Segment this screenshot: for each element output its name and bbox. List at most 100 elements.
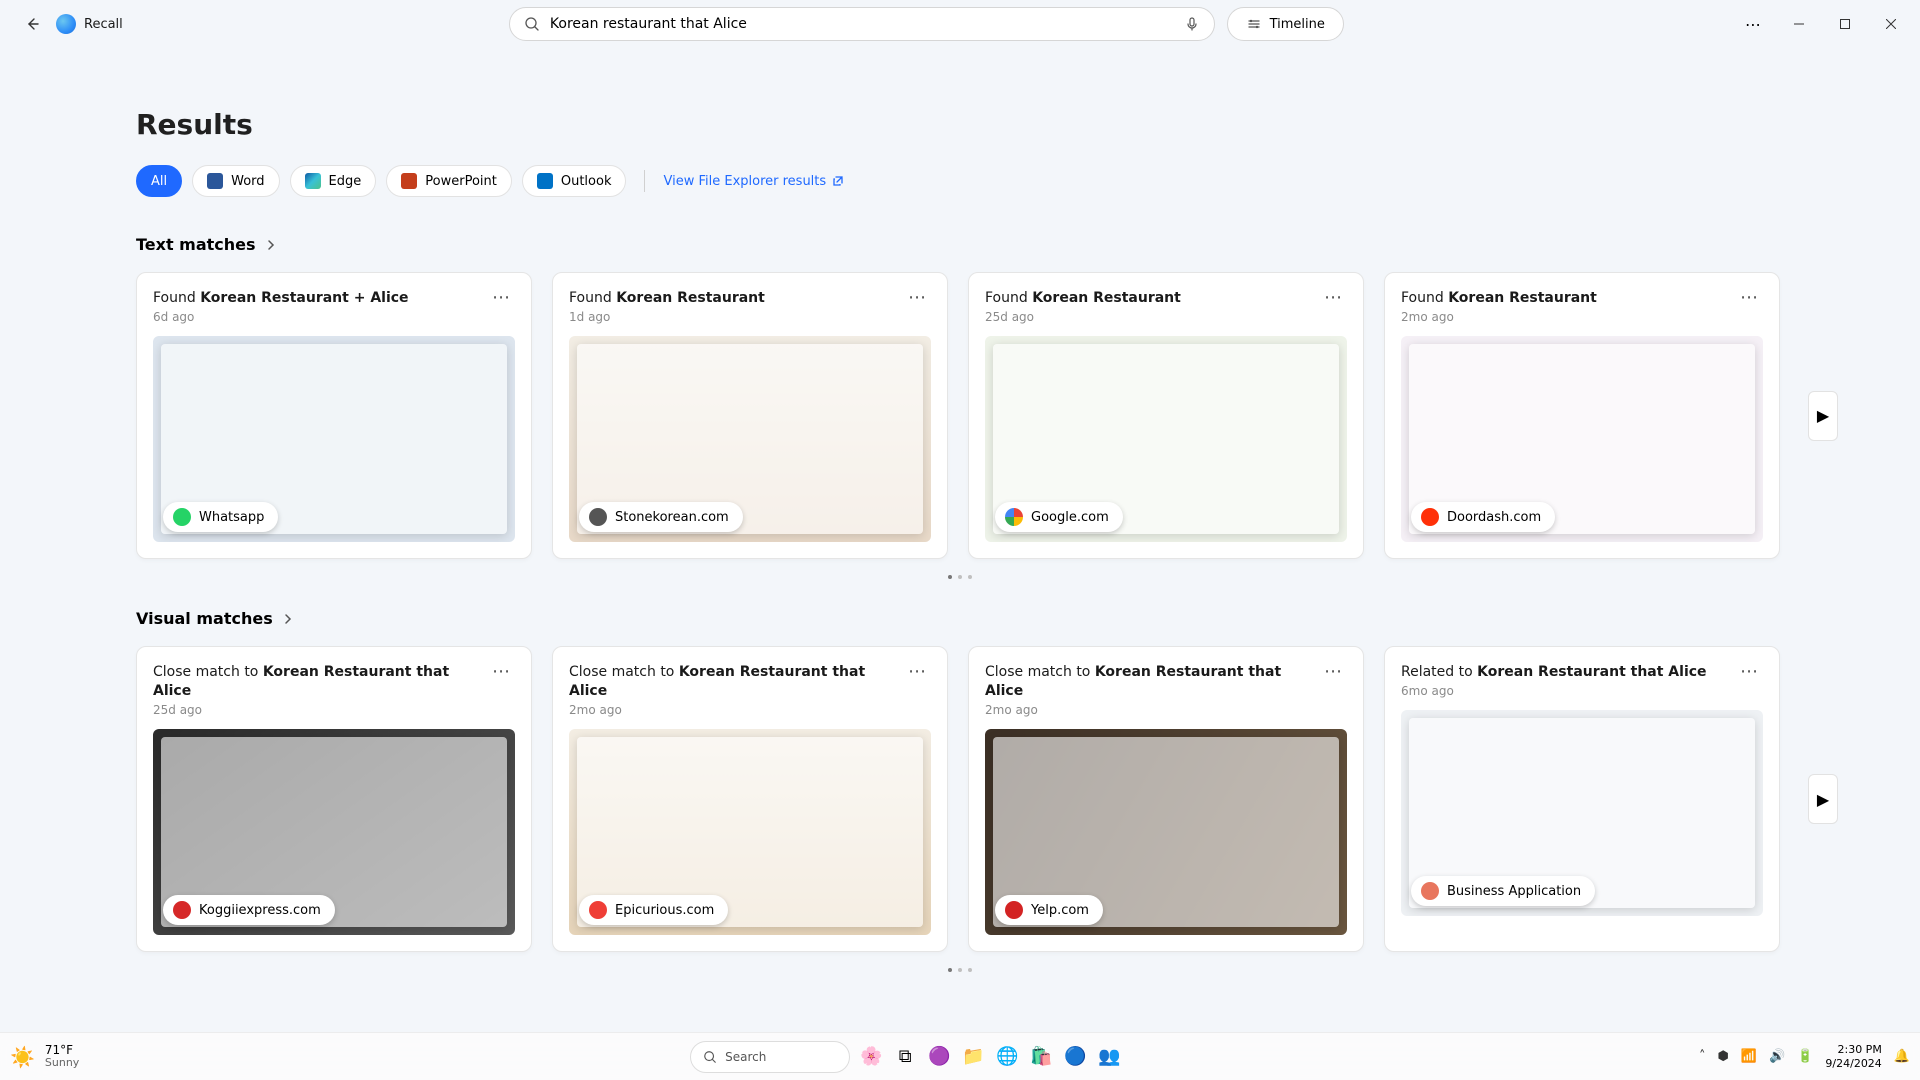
search-icon — [703, 1050, 717, 1064]
source-pill: Stonekorean.com — [579, 502, 743, 532]
result-card[interactable]: Close match to Korean Restaurant that Al… — [968, 646, 1364, 952]
section-header-text-matches[interactable]: Text matches — [136, 235, 1784, 254]
tray-wifi-icon[interactable]: 📶 — [1741, 1049, 1757, 1064]
source-pill: Yelp.com — [995, 895, 1103, 925]
source-icon — [173, 901, 191, 919]
external-link-icon — [832, 175, 844, 187]
start-button[interactable] — [656, 1044, 682, 1070]
titlebar-right: ⋯ — [1730, 8, 1914, 40]
word-icon — [207, 173, 223, 189]
source-pill: Doordash.com — [1411, 502, 1555, 532]
titlebar-left: Recall — [6, 8, 123, 40]
card-title: Close match to Korean Restaurant that Al… — [569, 664, 865, 699]
result-card[interactable]: Found Korean Restaurant 2mo ago ⋯ Doorda… — [1384, 272, 1780, 559]
filter-chip-powerpoint[interactable]: PowerPoint — [386, 165, 512, 197]
card-age: 2mo ago — [985, 703, 1320, 717]
taskbar-app-1[interactable]: 🌸 — [858, 1044, 884, 1070]
section-header-visual-matches[interactable]: Visual matches — [136, 609, 1784, 628]
card-age: 2mo ago — [569, 703, 904, 717]
source-label: Business Application — [1447, 884, 1581, 899]
taskbar-clock[interactable]: 2:30 PM 9/24/2024 — [1825, 1043, 1881, 1069]
card-more-button[interactable]: ⋯ — [904, 287, 931, 308]
file-explorer-link[interactable]: View File Explorer results — [663, 174, 844, 189]
source-label: Yelp.com — [1031, 903, 1089, 918]
filter-chip-edge[interactable]: Edge — [290, 165, 377, 197]
taskbar: ☀️ 71°F Sunny Search 🌸 ⧉ 🟣 📁 🌐 🛍️ 🔵 👥 ˄ … — [0, 1032, 1920, 1080]
back-button[interactable] — [16, 8, 48, 40]
result-card[interactable]: Found Korean Restaurant 25d ago ⋯ Google… — [968, 272, 1364, 559]
card-age: 6d ago — [153, 310, 409, 324]
tray-volume-icon[interactable]: 🔊 — [1769, 1049, 1785, 1064]
result-card[interactable]: Close match to Korean Restaurant that Al… — [136, 646, 532, 952]
filter-chip-outlook[interactable]: Outlook — [522, 165, 627, 197]
search-box[interactable] — [509, 7, 1215, 41]
microphone-icon[interactable] — [1184, 16, 1200, 32]
app-menu-button[interactable]: ⋯ — [1730, 8, 1776, 40]
card-more-button[interactable]: ⋯ — [1320, 661, 1347, 682]
result-card[interactable]: Close match to Korean Restaurant that Al… — [552, 646, 948, 952]
visual-matches-row: Close match to Korean Restaurant that Al… — [136, 646, 1784, 952]
edge-icon — [305, 173, 321, 189]
source-label: Epicurious.com — [615, 903, 714, 918]
section-title: Visual matches — [136, 609, 273, 628]
row-next-button[interactable]: ▶ — [1808, 391, 1838, 441]
text-matches-row: Found Korean Restaurant + Alice 6d ago ⋯… — [136, 272, 1784, 559]
card-more-button[interactable]: ⋯ — [1736, 661, 1763, 682]
taskbar-weather[interactable]: ☀️ 71°F Sunny — [10, 1044, 79, 1069]
card-more-button[interactable]: ⋯ — [904, 661, 931, 682]
source-pill: Whatsapp — [163, 502, 278, 532]
taskbar-task-view[interactable]: ⧉ — [892, 1044, 918, 1070]
row-next-button[interactable]: ▶ — [1808, 774, 1838, 824]
taskbar-search[interactable]: Search — [690, 1041, 850, 1073]
powerpoint-icon — [401, 173, 417, 189]
taskbar-file-explorer[interactable]: 📁 — [960, 1044, 986, 1070]
card-thumbnail: Google.com — [985, 336, 1347, 542]
card-age: 25d ago — [985, 310, 1181, 324]
card-age: 1d ago — [569, 310, 765, 324]
source-label: Stonekorean.com — [615, 510, 729, 525]
card-age: 2mo ago — [1401, 310, 1597, 324]
filter-row: All Word Edge PowerPoint Outlook View Fi… — [136, 165, 1784, 197]
card-age: 25d ago — [153, 703, 488, 717]
maximize-button[interactable] — [1822, 8, 1868, 40]
card-title: Found Korean Restaurant — [985, 290, 1181, 306]
card-title: Found Korean Restaurant + Alice — [153, 290, 409, 306]
source-pill: Google.com — [995, 502, 1123, 532]
search-icon — [524, 16, 540, 32]
taskbar-recall[interactable]: 🔵 — [1062, 1044, 1088, 1070]
source-icon — [1005, 508, 1023, 526]
notifications-icon[interactable]: 🔔 — [1894, 1049, 1910, 1064]
result-card[interactable]: Related to Korean Restaurant that Alice … — [1384, 646, 1780, 952]
page-title: Results — [136, 108, 1784, 141]
pagination-dots-visual — [136, 968, 1784, 972]
source-icon — [173, 508, 191, 526]
timeline-button[interactable]: Timeline — [1227, 7, 1344, 41]
taskbar-edge[interactable]: 🌐 — [994, 1044, 1020, 1070]
result-card[interactable]: Found Korean Restaurant + Alice 6d ago ⋯… — [136, 272, 532, 559]
minimize-button[interactable] — [1776, 8, 1822, 40]
taskbar-store[interactable]: 🛍️ — [1028, 1044, 1054, 1070]
source-icon — [589, 508, 607, 526]
result-card[interactable]: Found Korean Restaurant 1d ago ⋯ Stoneko… — [552, 272, 948, 559]
source-icon — [589, 901, 607, 919]
card-age: 6mo ago — [1401, 684, 1707, 698]
taskbar-copilot[interactable]: 🟣 — [926, 1044, 952, 1070]
card-more-button[interactable]: ⋯ — [1320, 287, 1347, 308]
card-more-button[interactable]: ⋯ — [488, 661, 515, 682]
divider — [644, 170, 645, 192]
close-button[interactable] — [1868, 8, 1914, 40]
card-thumbnail: Whatsapp — [153, 336, 515, 542]
card-more-button[interactable]: ⋯ — [488, 287, 515, 308]
tray-chevron-up-icon[interactable]: ˄ — [1699, 1049, 1706, 1064]
filter-chip-word[interactable]: Word — [192, 165, 279, 197]
card-more-button[interactable]: ⋯ — [1736, 287, 1763, 308]
taskbar-teams[interactable]: 👥 — [1096, 1044, 1122, 1070]
tray-security-icon[interactable]: ⬢ — [1717, 1049, 1728, 1064]
source-icon — [1421, 508, 1439, 526]
section-title: Text matches — [136, 235, 256, 254]
titlebar: Recall Timeline ⋯ — [0, 0, 1920, 48]
filter-chip-all[interactable]: All — [136, 165, 182, 197]
search-input[interactable] — [550, 16, 1174, 32]
tray-battery-icon[interactable]: 🔋 — [1797, 1049, 1813, 1064]
timeline-label: Timeline — [1270, 17, 1325, 32]
